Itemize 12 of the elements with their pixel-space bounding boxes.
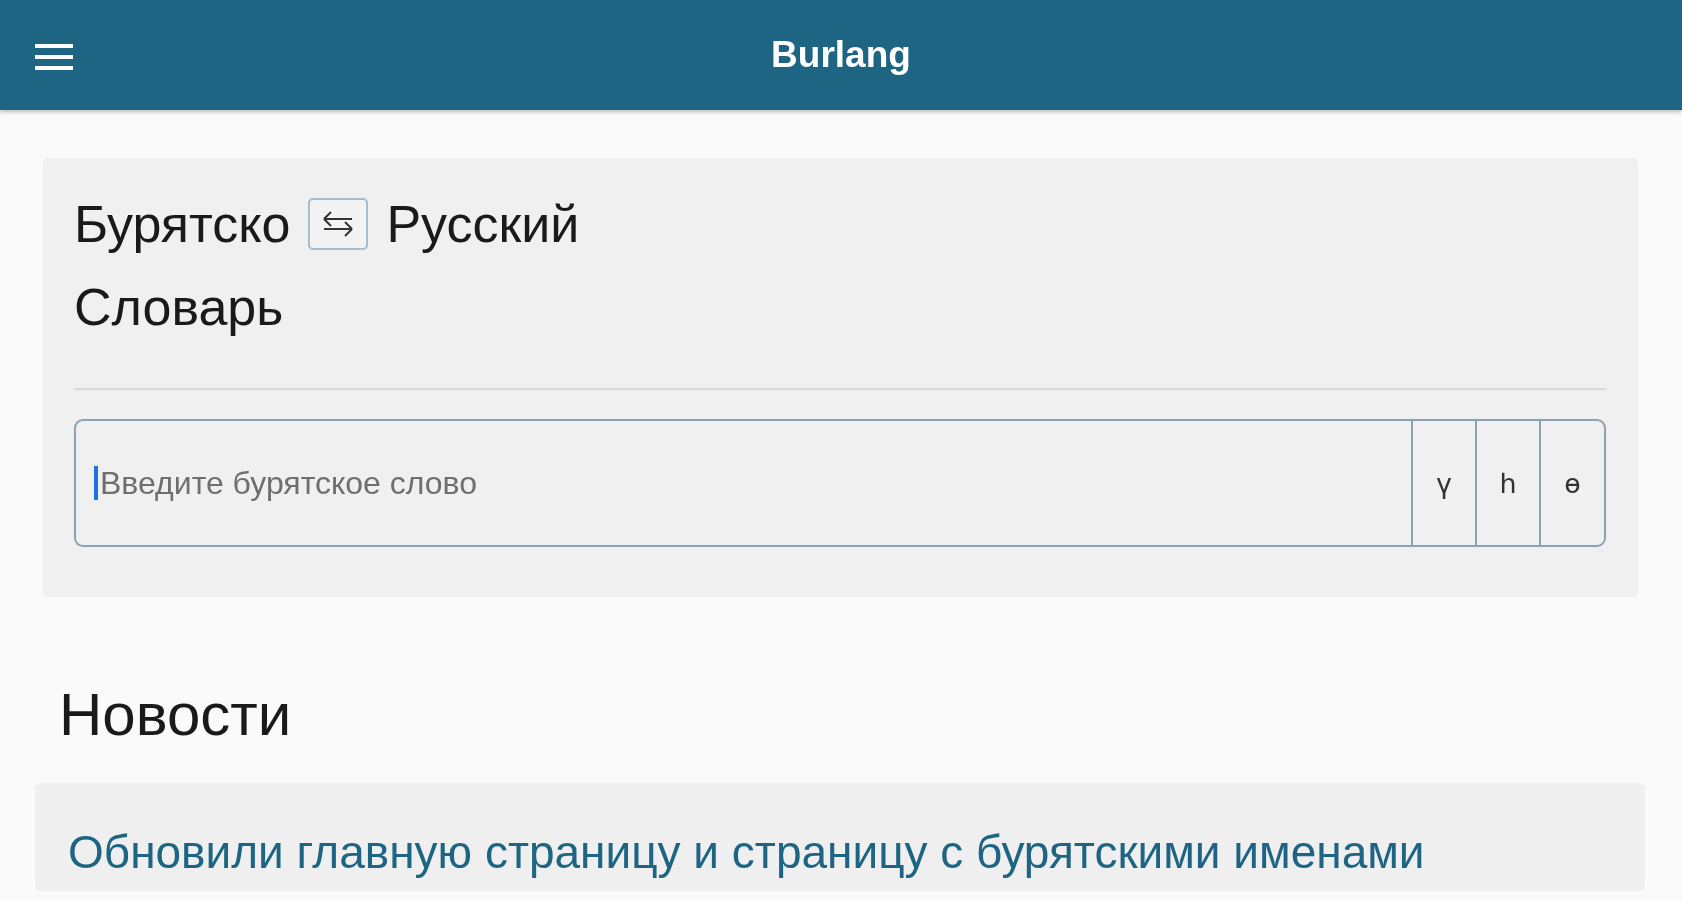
search-field[interactable]: Введите бурятское слово bbox=[74, 419, 1411, 547]
menu-icon[interactable] bbox=[35, 43, 73, 71]
letter-key[interactable]: ү bbox=[1411, 419, 1475, 547]
source-language: Бурятско bbox=[74, 194, 291, 254]
letter-key[interactable]: ө bbox=[1539, 419, 1606, 547]
target-language: Русский bbox=[386, 194, 580, 254]
letter-key[interactable]: һ bbox=[1475, 419, 1539, 547]
news-heading: Новости bbox=[59, 680, 292, 750]
swap-languages-button[interactable] bbox=[308, 198, 369, 250]
app-title: Burlang bbox=[771, 33, 911, 77]
news-link[interactable]: Обновили главную страницу и страницу с бурятскими именами bbox=[68, 825, 1425, 879]
dictionary-title: Словарь bbox=[74, 277, 284, 337]
